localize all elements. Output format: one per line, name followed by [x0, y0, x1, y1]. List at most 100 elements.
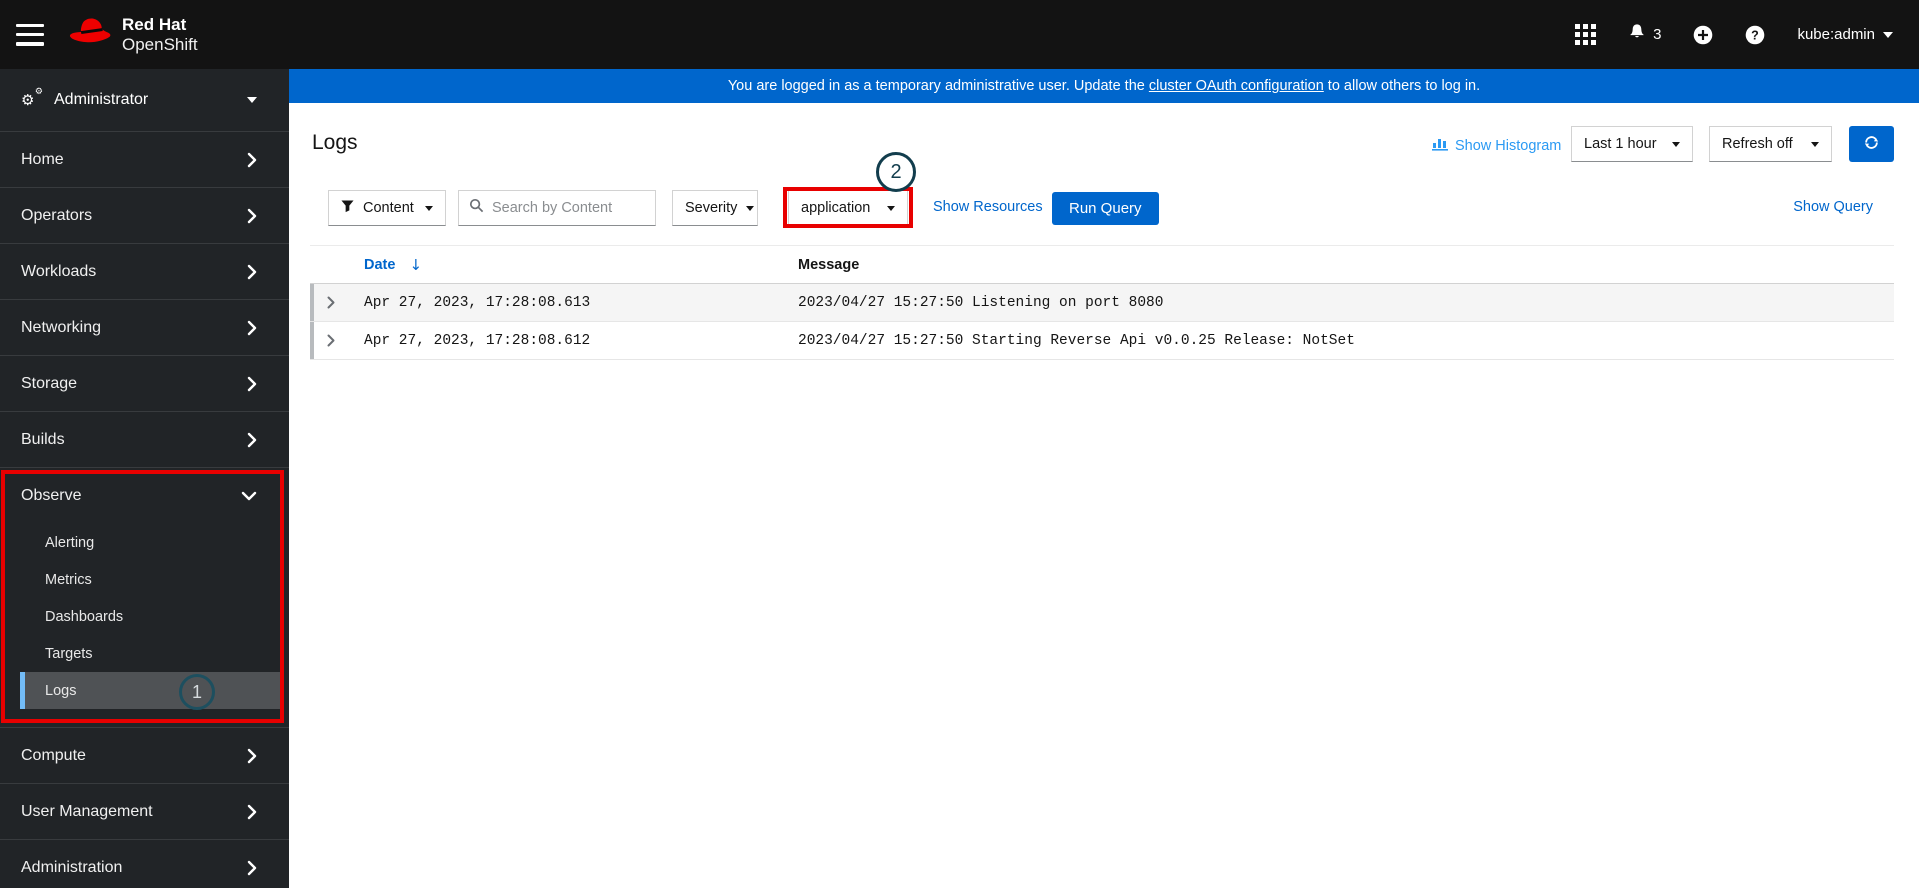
show-histogram-label: Show Histogram — [1455, 137, 1562, 154]
perspective-label: Administrator — [54, 91, 149, 108]
histogram-icon — [1432, 136, 1448, 155]
date-column-label: Date — [364, 256, 396, 273]
search-icon — [469, 198, 484, 218]
row-accent-bar — [310, 284, 314, 321]
chevron-right-icon — [247, 432, 257, 448]
refresh-now-button[interactable] — [1849, 126, 1894, 162]
expand-row-icon[interactable] — [327, 334, 335, 347]
sidebar-subitem-label: Metrics — [45, 571, 92, 588]
sync-icon — [1863, 134, 1880, 154]
login-warning-banner: You are logged in as a temporary adminis… — [289, 69, 1919, 103]
show-resources-link[interactable]: Show Resources — [933, 199, 1043, 215]
sidebar-item-administration[interactable]: Administration — [0, 840, 289, 888]
attribute-filter-value: Content — [363, 200, 414, 216]
caret-down-icon — [887, 205, 895, 211]
nav-toggle-icon[interactable] — [16, 23, 44, 46]
run-query-button[interactable]: Run Query — [1052, 192, 1159, 225]
show-histogram-link[interactable]: Show Histogram — [1432, 136, 1561, 155]
sidebar-item-label: Workloads — [21, 262, 97, 280]
masthead: Red Hat OpenShift 3 ? kube:admin — [0, 0, 1919, 69]
severity-value: Severity — [685, 200, 738, 216]
date-column-header[interactable]: Date ↓ — [364, 256, 798, 274]
brand-product: OpenShift — [122, 34, 198, 54]
brand-logo[interactable]: Red Hat OpenShift — [68, 15, 198, 54]
chevron-right-icon — [247, 208, 257, 224]
severity-dropdown[interactable]: Severity — [672, 190, 758, 226]
row-accent-bar — [310, 322, 314, 359]
chevron-right-icon — [247, 320, 257, 336]
caret-down-icon — [1811, 141, 1819, 147]
refresh-interval-dropdown[interactable]: Refresh off — [1709, 126, 1832, 162]
sidebar-item-home[interactable]: Home — [0, 132, 289, 188]
sidebar-item-label: User Management — [21, 802, 153, 820]
chevron-down-icon — [1883, 31, 1893, 38]
content-search — [458, 190, 656, 226]
sidebar-nav: ⚙ ⚙ Administrator Home Operators Workload… — [0, 69, 289, 888]
log-date: Apr 27, 2023, 17:28:08.612 — [364, 332, 591, 349]
sidebar-item-label: Storage — [21, 374, 78, 392]
search-input[interactable] — [492, 200, 642, 216]
import-plus-icon[interactable] — [1693, 25, 1713, 45]
sidebar-item-networking[interactable]: Networking — [0, 300, 289, 356]
sidebar-item-label: Administration — [21, 858, 123, 876]
cluster-oauth-link[interactable]: cluster OAuth configuration — [1149, 78, 1324, 94]
chevron-right-icon — [247, 748, 257, 764]
table-header: Date ↓ Message — [310, 246, 1894, 284]
sidebar-item-logs[interactable]: Logs — [20, 672, 284, 709]
table-row[interactable]: Apr 27, 2023, 17:28:08.613 2023/04/27 15… — [310, 284, 1894, 322]
user-name: kube:admin — [1797, 26, 1875, 43]
chevron-right-icon — [247, 152, 257, 168]
bell-icon — [1628, 23, 1646, 46]
brand-name: Red Hat — [122, 14, 187, 34]
user-menu[interactable]: kube:admin — [1797, 26, 1893, 43]
sidebar-item-observe[interactable]: Observe — [0, 468, 289, 524]
openshift-console: Red Hat OpenShift 3 ? kube:admin You are… — [0, 0, 1919, 888]
help-icon[interactable]: ? — [1745, 25, 1765, 45]
svg-text:?: ? — [1752, 28, 1760, 42]
notification-count: 3 — [1653, 26, 1662, 43]
sidebar-item-user-management[interactable]: User Management — [0, 784, 289, 840]
time-range-value: Last 1 hour — [1584, 136, 1657, 152]
message-column-label: Message — [798, 256, 860, 273]
banner-text-after: to allow others to log in. — [1323, 78, 1481, 94]
time-range-dropdown[interactable]: Last 1 hour — [1571, 126, 1693, 162]
sidebar-item-workloads[interactable]: Workloads — [0, 244, 289, 300]
chevron-down-icon — [241, 491, 257, 501]
redhat-fedora-icon — [68, 16, 112, 53]
perspective-switcher[interactable]: ⚙ ⚙ Administrator — [0, 69, 289, 132]
sidebar-item-dashboards[interactable]: Dashboards — [0, 598, 289, 635]
sidebar-item-storage[interactable]: Storage — [0, 356, 289, 412]
refresh-interval-value: Refresh off — [1722, 136, 1793, 152]
sidebar-item-label: Operators — [21, 206, 93, 224]
expand-row-icon[interactable] — [327, 296, 335, 309]
sidebar-subitem-label: Alerting — [45, 534, 95, 551]
sidebar-item-label: Networking — [21, 318, 102, 336]
banner-text-before: You are logged in as a temporary adminis… — [727, 78, 1149, 94]
sidebar-item-alerting[interactable]: Alerting — [0, 524, 289, 561]
chevron-right-icon — [247, 860, 257, 876]
log-message: 2023/04/27 15:27:50 Starting Reverse Api… — [798, 332, 1355, 349]
notifications-bell[interactable]: 3 — [1628, 23, 1661, 46]
chevron-right-icon — [247, 804, 257, 820]
tenant-value: application — [801, 200, 871, 216]
sidebar-item-metrics[interactable]: Metrics — [0, 561, 289, 598]
attribute-filter-dropdown[interactable]: Content — [328, 190, 446, 226]
sidebar-item-compute[interactable]: Compute — [0, 728, 289, 784]
sidebar-item-operators[interactable]: Operators — [0, 188, 289, 244]
log-message: 2023/04/27 15:27:50 Listening on port 80… — [798, 294, 1164, 311]
chevron-right-icon — [247, 264, 257, 280]
sidebar-item-label: Home — [21, 150, 64, 168]
tenant-dropdown[interactable]: application — [788, 190, 908, 226]
app-launcher-icon[interactable] — [1575, 24, 1597, 45]
log-table: Date ↓ Message Apr 27, 2023, 17:28:08.61… — [310, 245, 1894, 360]
sidebar-item-targets[interactable]: Targets — [0, 635, 289, 672]
sidebar-item-label: Observe — [21, 487, 82, 504]
sidebar-bottom-group: Compute User Management Administration — [0, 727, 289, 888]
page-title: Logs — [312, 131, 358, 154]
sidebar-item-builds[interactable]: Builds — [0, 412, 289, 468]
show-query-link[interactable]: Show Query — [1793, 199, 1873, 215]
sidebar-item-label: Builds — [21, 430, 65, 448]
caret-down-icon — [425, 205, 433, 211]
table-row[interactable]: Apr 27, 2023, 17:28:08.612 2023/04/27 15… — [310, 322, 1894, 360]
sidebar-subitem-label: Targets — [45, 645, 93, 662]
